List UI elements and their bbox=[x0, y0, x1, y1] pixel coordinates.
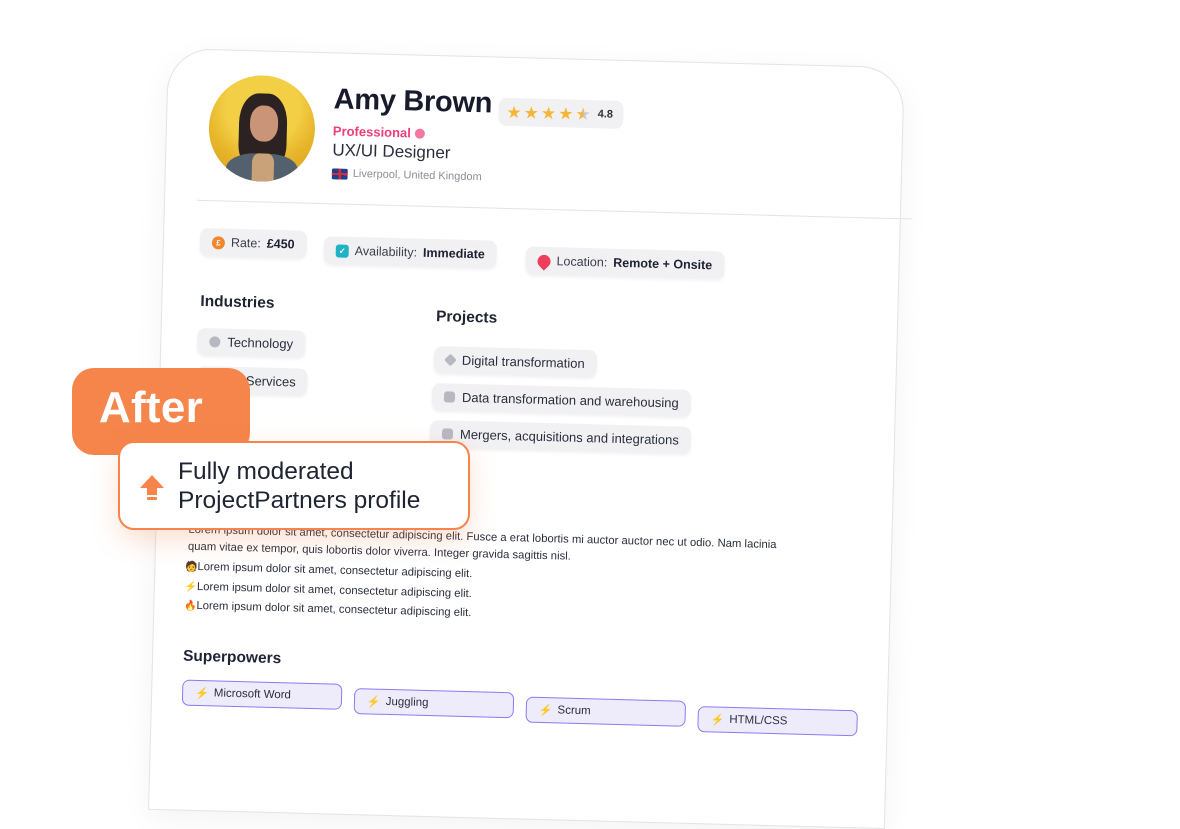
industries-heading: Industries bbox=[200, 292, 275, 312]
rating-badge: ★ ★ ★ ★ ★ 4.8 bbox=[498, 97, 624, 129]
project-tag: Mergers, acquisitions and integrations bbox=[429, 419, 692, 454]
bolt-icon: ⚡ bbox=[366, 695, 381, 709]
rate-chip: £ Rate: £450 bbox=[199, 227, 307, 259]
uk-flag-icon bbox=[331, 167, 348, 180]
fire-icon: 🔥 bbox=[184, 600, 197, 612]
moderation-callout: Fully moderated ProjectPartners profile bbox=[118, 441, 470, 530]
half-star-icon: ★ bbox=[575, 104, 591, 124]
callout-line-2: ProjectPartners profile bbox=[178, 487, 421, 514]
bolt-icon: ⚡ bbox=[194, 687, 209, 700]
calendar-icon: ✓ bbox=[335, 243, 349, 258]
project-tag: Digital transformation bbox=[433, 346, 598, 378]
availability-chip: ✓ Availability: Immediate bbox=[323, 236, 498, 269]
location-value: Remote + Onsite bbox=[613, 255, 713, 273]
location-label: Location: bbox=[556, 254, 608, 270]
about-bullets: 🧑Lorem ipsum dolor sit amet, consectetur… bbox=[184, 558, 472, 624]
location-pin-icon bbox=[534, 251, 554, 271]
star-icon: ★ bbox=[540, 103, 557, 123]
job-title: UX/UI Designer bbox=[332, 140, 451, 163]
project-label: Digital transformation bbox=[461, 352, 585, 372]
upload-arrow-icon bbox=[140, 475, 164, 500]
superpower-tag: ⚡ Scrum bbox=[525, 696, 687, 727]
superpowers-heading: Superpowers bbox=[182, 647, 282, 668]
pound-icon: £ bbox=[211, 235, 226, 250]
bullet-text: Lorem ipsum dolor sit amet, consectetur … bbox=[197, 560, 473, 581]
chip-icon bbox=[209, 336, 221, 348]
professional-label: Professional bbox=[332, 123, 412, 141]
location-text: Liverpool, United Kingdom bbox=[352, 167, 482, 184]
warehouse-icon bbox=[443, 391, 456, 403]
star-icon: ★ bbox=[523, 102, 540, 123]
availability-label: Availability: bbox=[354, 243, 418, 260]
bullet-text: Lorem ipsum dolor sit amet, consectetur … bbox=[196, 580, 472, 600]
project-tag: Data transformation and warehousing bbox=[431, 383, 692, 417]
avatar bbox=[207, 74, 317, 183]
rating-value: 4.8 bbox=[597, 108, 614, 121]
rate-label: Rate: bbox=[230, 235, 261, 251]
info-icon bbox=[414, 127, 426, 139]
diamond-icon bbox=[444, 353, 457, 367]
industry-label: Technology bbox=[227, 334, 294, 352]
profile-card: Amy Brown ★ ★ ★ ★ ★ 4.8 Professional UX/… bbox=[148, 48, 912, 829]
superpower-label: HTML/CSS bbox=[729, 713, 788, 728]
projects-heading: Projects bbox=[435, 308, 498, 327]
grid-icon bbox=[441, 428, 454, 440]
superpower-tag: ⚡ Juggling bbox=[353, 688, 515, 719]
star-icon: ★ bbox=[557, 103, 574, 124]
bolt-icon: ⚡ bbox=[710, 713, 725, 727]
callout-line-1: Fully moderated bbox=[178, 458, 354, 485]
project-label: Mergers, acquisitions and integrations bbox=[459, 426, 680, 448]
location-line: Liverpool, United Kingdom bbox=[331, 167, 482, 184]
superpower-label: Microsoft Word bbox=[213, 687, 292, 702]
industry-tag: Technology bbox=[196, 327, 306, 358]
divider bbox=[197, 199, 912, 220]
superpower-label: Scrum bbox=[557, 704, 591, 718]
project-label: Data transformation and warehousing bbox=[461, 389, 679, 411]
professional-badge: Professional bbox=[332, 123, 426, 141]
rate-value: £450 bbox=[266, 236, 295, 252]
profile-name: Amy Brown bbox=[333, 83, 493, 120]
location-chip: Location: Remote + Onsite bbox=[525, 246, 725, 280]
person-emoji-icon: 🧑 bbox=[185, 561, 199, 573]
availability-value: Immediate bbox=[422, 245, 486, 262]
lightning-icon: ⚡ bbox=[184, 581, 198, 593]
bolt-icon: ⚡ bbox=[538, 704, 553, 717]
bullet-text: Lorem ipsum dolor sit amet, consectetur … bbox=[196, 599, 472, 620]
superpower-tag: ⚡ Microsoft Word bbox=[181, 679, 343, 710]
star-icon: ★ bbox=[506, 102, 522, 122]
superpower-label: Juggling bbox=[385, 695, 429, 710]
superpower-tag: ⚡ HTML/CSS bbox=[697, 706, 858, 737]
